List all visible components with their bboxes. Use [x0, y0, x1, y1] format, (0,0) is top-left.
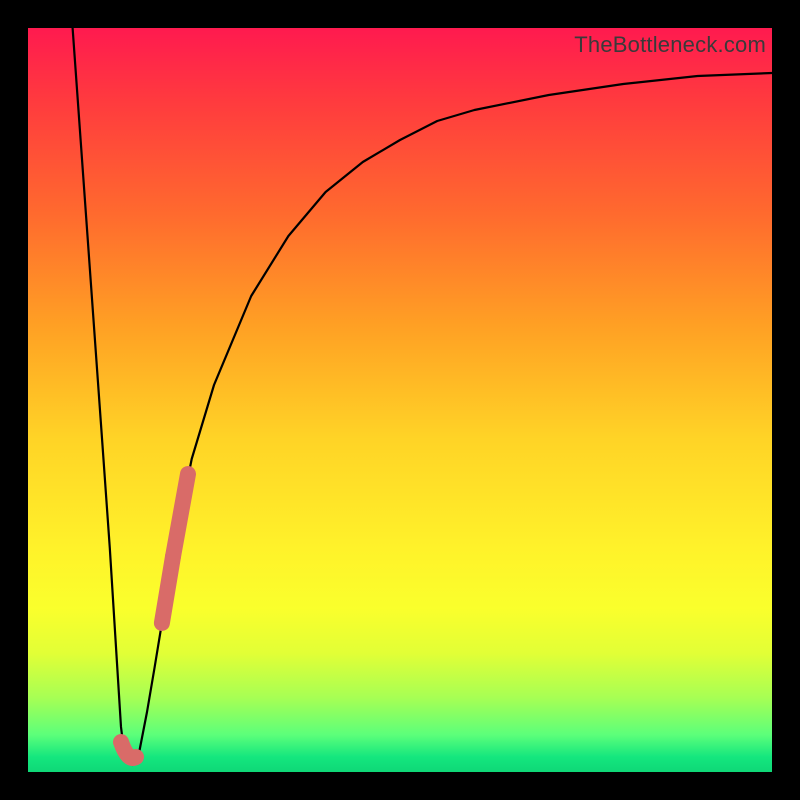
bottleneck-curve: [28, 28, 772, 772]
highlight-segment-upper: [173, 474, 188, 556]
plot-area: TheBottleneck.com: [28, 28, 772, 772]
chart-frame: TheBottleneck.com: [0, 0, 800, 800]
curve-path: [73, 28, 772, 765]
highlight-segment-bottom: [121, 742, 136, 758]
highlight-segment-mid: [162, 556, 173, 623]
